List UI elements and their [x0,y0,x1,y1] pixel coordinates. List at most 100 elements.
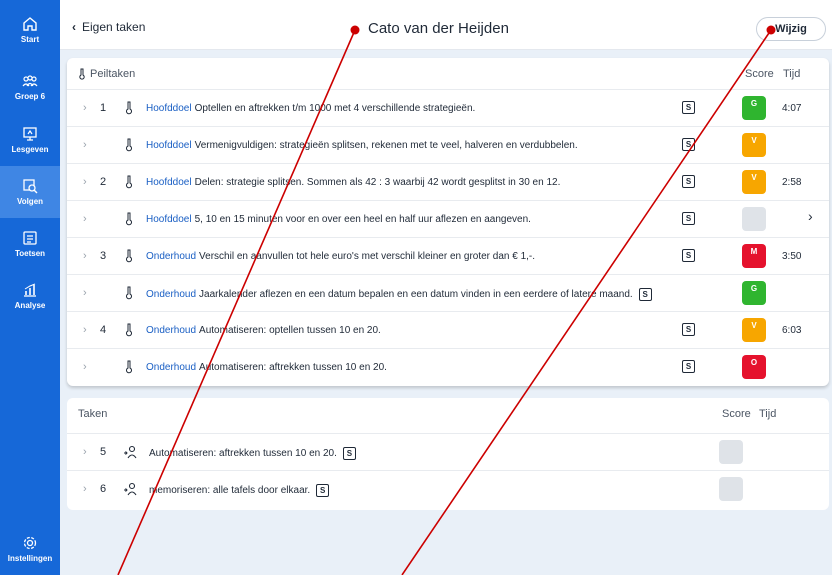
chevron-right-icon[interactable]: › [83,176,87,188]
task-tag[interactable]: Onderhoud [146,325,196,336]
task-text: Delen: strategie splitsen. Sommen als 42… [194,177,561,188]
task-description: Hoofddoel 5, 10 en 15 minuten voor en ove… [146,214,531,225]
tijd-value: 3:50 [782,251,802,262]
row-number: 2 [100,176,107,188]
thermometer-icon [79,68,85,80]
taken-title: Taken [78,408,107,420]
table-row[interactable]: › Hoofddoel 5, 10 en 15 minuten voor en ov… [67,200,829,237]
task-tag[interactable]: Onderhoud [146,289,196,300]
task-tag[interactable]: Hoofddoel [146,177,192,188]
task-text: Vermenigvuldigen: strategieën splitsen, … [194,140,578,151]
tijd-value: 4:07 [782,103,802,114]
task-text: Jaarkalender aflezen en een datum bepale… [199,289,633,301]
task-text: Automatiseren: aftrekken tussen 10 en 20… [199,362,387,373]
task-text: Verschil en aanvullen tot hele euro's me… [199,251,536,262]
table-row[interactable]: › Onderhoud Jaarkalender aflezen en een da… [67,274,829,311]
task-tag[interactable]: Hoofddoel [146,214,192,225]
task-tag[interactable]: Hoofddoel [146,140,192,151]
nav-start[interactable]: Start [0,4,60,56]
chevron-right-icon[interactable]: › [83,213,87,225]
task-text: 5, 10 en 15 minuten voor en over een hee… [194,214,531,225]
chevron-right-icon[interactable]: › [83,483,87,495]
chevron-right-icon[interactable]: › [83,446,87,458]
task-tag[interactable]: Hoofddoel [146,103,192,114]
thermometer-icon [126,212,132,226]
table-row[interactable]: › 3 Onderhoud Verschil en aanvullen tot hel… [67,237,829,274]
teach-icon [23,127,37,141]
row-number: 3 [100,250,107,262]
nav-label: Start [20,35,40,44]
task-tag[interactable]: Onderhoud [146,251,196,262]
sidebar: Start Groep 6 Lesgeven Volgen Toetsen An… [0,0,60,575]
chevron-right-icon[interactable]: › [83,102,87,114]
home-icon [23,17,37,31]
score-badge [742,207,766,231]
peiltaken-title-label: Peiltaken [90,68,136,80]
table-row[interactable]: › Hoofddoel Vermenigvuldigen: strategieën … [67,126,829,163]
s-badge[interactable]: S [682,323,695,336]
score-badge: M [742,244,766,268]
nav-label: Groep 6 [14,92,46,101]
table-row[interactable]: › 2 Hoofddoel Delen: strategie splitsen. So… [67,163,829,200]
chevron-right-icon[interactable]: › [808,208,813,224]
score-header: Score [745,68,774,80]
s-badge[interactable]: S [342,447,356,460]
s-badge[interactable]: S [682,101,695,114]
thermometer-icon [126,323,132,337]
score-badge: V [742,133,766,157]
table-row[interactable]: › 1 Hoofddoel Optellen en aftrekken t/m 100… [67,89,829,126]
row-number: 1 [100,102,107,114]
chevron-right-icon[interactable]: › [83,139,87,151]
table-row[interactable]: › 5 Automatiseren: aftrekken tussen 10 en … [67,433,829,470]
edit-button[interactable]: Wijzig [756,17,826,41]
tijd-value: 6:03 [782,325,802,336]
task-tag[interactable]: Onderhoud [146,362,196,373]
s-badge[interactable]: S [682,175,695,188]
task-description: Hoofddoel Optellen en aftrekken t/m 1000 … [146,103,475,114]
chevron-right-icon[interactable]: › [83,287,87,299]
chevron-right-icon[interactable]: › [83,250,87,262]
chevron-right-icon[interactable]: › [83,361,87,373]
group-icon [22,75,38,87]
score-badge: V [742,318,766,342]
nav-instellingen[interactable]: Instellingen [0,523,60,575]
nav-lesgeven[interactable]: Lesgeven [0,114,60,166]
nav-label: Instellingen [7,554,53,563]
task-description: Onderhoud Verschil en aanvullen tot hele … [146,251,535,262]
s-badge[interactable]: S [682,360,695,373]
task-description: Automatiseren: aftrekken tussen 10 en 20… [149,447,356,460]
task-description: Onderhoud Jaarkalender aflezen en een dat… [146,288,652,301]
nav-toetsen[interactable]: Toetsen [0,218,60,270]
s-badge[interactable]: S [682,138,695,151]
chevron-left-icon: ‹ [72,20,76,34]
tijd-header: Tijd [759,408,777,420]
score-badge: G [742,281,766,305]
back-link[interactable]: ‹ Eigen taken [72,20,145,34]
nav-label: Analyse [14,301,46,310]
score-header: Score [722,408,751,420]
s-badge[interactable]: S [682,212,695,225]
score-badge [719,477,743,501]
table-row[interactable]: › 4 Onderhoud Automatiseren: optellen tusse… [67,311,829,348]
task-description: memoriseren: alle tafels door elkaar. S [149,484,330,497]
task-text: memoriseren: alle tafels door elkaar. [149,485,311,497]
s-badge[interactable]: S [316,484,330,497]
score-badge: V [742,170,766,194]
nav-groep[interactable]: Groep 6 [0,61,60,113]
nav-analyse[interactable]: Analyse [0,270,60,322]
nav-label: Toetsen [14,249,46,258]
nav-label: Lesgeven [11,145,49,154]
tijd-value: 2:58 [782,177,802,188]
thermometer-icon [126,249,132,263]
s-badge[interactable]: S [638,288,652,301]
follow-icon [23,179,38,194]
nav-volgen[interactable]: Volgen [0,166,60,218]
table-row[interactable]: › Onderhoud Automatiseren: aftrekken tusse… [67,348,829,385]
task-text: Optellen en aftrekken t/m 1000 met 4 ver… [194,103,476,114]
thermometer-icon [126,360,132,374]
chevron-right-icon[interactable]: › [83,324,87,336]
table-row[interactable]: › 6 memoriseren: alle tafels door elkaar. S [67,470,829,507]
score-badge: O [742,355,766,379]
s-badge[interactable]: S [682,249,695,262]
peiltaken-card: Peiltaken Score Tijd › 1 Hoofddoel Optellen… [67,58,829,386]
